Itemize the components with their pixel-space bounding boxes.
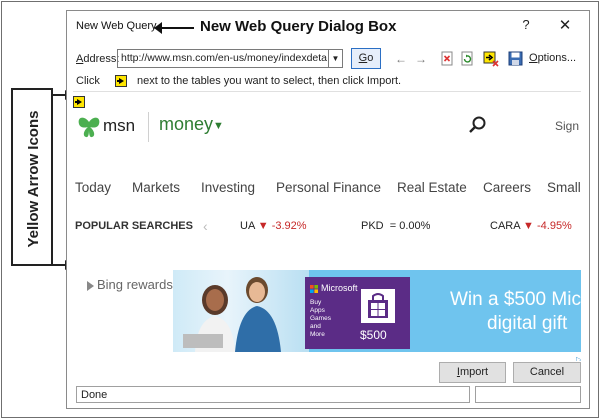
ticker-change: -4.95% xyxy=(536,220,572,232)
microsoft-logo-icon xyxy=(310,285,318,293)
ticker-pkd[interactable]: PKD = 0.00% xyxy=(361,220,430,232)
header-divider xyxy=(148,112,149,142)
play-icon xyxy=(87,280,94,291)
bing-rewards-text: Bing rewards xyxy=(97,277,173,292)
sign-in-link[interactable]: Sign i xyxy=(555,119,581,133)
ad-headline-line-1: Win a $500 Micr xyxy=(450,289,581,310)
popular-searches-row: POPULAR SEARCHES ‹ UA ▼ -3.92% PKD = 0.0… xyxy=(75,218,581,236)
adchoices-icon[interactable]: ▷ xyxy=(576,355,581,361)
popular-searches-label: POPULAR SEARCHES xyxy=(75,220,193,232)
title-callout-arrow xyxy=(154,22,194,34)
instruction-line: Click next to the tables you want to sel… xyxy=(76,75,401,91)
new-web-query-dialog: New Web Query New Web Query Dialog Box ?… xyxy=(66,10,590,409)
ad-photo xyxy=(173,270,309,352)
ticker-symbol: PKD xyxy=(361,220,384,232)
people-illustration xyxy=(183,277,281,352)
address-input[interactable]: http://www.msn.com/en-us/money/indexdeta xyxy=(117,49,329,68)
callout-connector-top xyxy=(53,94,65,96)
microsoft-store-tile[interactable]: Microsoft Buy Apps Games and More $500 xyxy=(305,277,410,349)
instruction-after: next to the tables you want to select, t… xyxy=(136,75,402,88)
nav-item-real-estate[interactable]: Real Estate xyxy=(397,180,467,195)
help-button[interactable]: ? xyxy=(519,17,533,35)
money-section-link[interactable]: money xyxy=(159,114,213,135)
nav-item-today[interactable]: Today xyxy=(75,180,111,195)
go-rest: o xyxy=(367,52,374,64)
address-label: Address: xyxy=(76,53,119,65)
tile-subtext: Buy Apps Games and More xyxy=(310,299,340,339)
ticker-change: 0.00% xyxy=(399,220,431,232)
web-preview: msn money ▼ Sign i Today Markets Investi… xyxy=(73,91,581,361)
page-select-arrow-icon[interactable] xyxy=(73,96,85,108)
ticker-arrow: ▼ xyxy=(257,220,269,232)
tile-price: $500 xyxy=(360,328,387,342)
ticker-arrow: ▼ xyxy=(523,220,534,232)
microsoft-brand-text: Microsoft xyxy=(321,283,358,293)
refresh-icon[interactable] xyxy=(459,51,475,67)
msn-butterfly-icon xyxy=(78,117,100,138)
nav-item-markets[interactable]: Markets xyxy=(132,180,180,195)
ticker-cara[interactable]: CARA ▼ -4.95% xyxy=(490,220,572,232)
title-callout-text: New Web Query Dialog Box xyxy=(200,18,397,35)
msn-logo-text: msn xyxy=(103,116,136,135)
title-bar: New Web Query New Web Query Dialog Box ?… xyxy=(67,11,589,43)
ad-headline-line-2: digital gift xyxy=(487,313,568,334)
nav-item-careers[interactable]: Careers xyxy=(483,180,531,195)
dialog-title: New Web Query xyxy=(76,20,157,32)
search-icon[interactable] xyxy=(468,115,488,135)
ticker-symbol: CARA xyxy=(490,220,520,232)
store-bag-icon xyxy=(361,289,395,323)
options-rest: ptions... xyxy=(537,52,577,64)
address-dropdown-button[interactable]: ▼ xyxy=(329,49,343,68)
options-button[interactable]: Options... xyxy=(529,52,576,64)
yellow-arrow-icon xyxy=(114,75,127,88)
tile-line: and xyxy=(310,323,321,330)
ticker-change: -3.92% xyxy=(271,220,307,232)
options-accel: O xyxy=(529,52,538,64)
side-callout-text: Yellow Arrow Icons xyxy=(25,110,42,248)
hide-icons-icon[interactable] xyxy=(483,51,499,67)
ticker-arrow: = xyxy=(389,220,397,232)
stop-icon[interactable] xyxy=(439,51,455,67)
import-button[interactable]: Import xyxy=(439,362,506,383)
ticker-symbol: UA xyxy=(240,220,255,232)
cancel-button[interactable]: Cancel xyxy=(513,362,581,383)
tile-line: Apps xyxy=(310,307,325,314)
address-toolbar: Address: http://www.msn.com/en-us/money/… xyxy=(67,45,589,71)
tile-line: Buy xyxy=(310,299,322,306)
go-button[interactable]: Go xyxy=(351,48,381,69)
bing-rewards-label: Bing rewards xyxy=(87,277,173,292)
callout-connector-bottom xyxy=(53,264,65,266)
address-label-rest: ddress: xyxy=(83,53,120,65)
instruction-before: Click xyxy=(76,75,100,88)
status-bar-secondary xyxy=(475,386,581,403)
back-icon[interactable]: ← xyxy=(393,51,409,67)
tile-line: More xyxy=(310,331,325,338)
ad-headline: Win a $500 Micr digital gift xyxy=(450,288,581,336)
nav-item-personal-finance[interactable]: Personal Finance xyxy=(276,180,381,195)
forward-icon[interactable]: → xyxy=(413,51,429,67)
close-button[interactable]: ✕ xyxy=(557,16,573,34)
ticker-ua[interactable]: UA ▼ -3.92% xyxy=(240,220,307,232)
side-callout: Yellow Arrow Icons xyxy=(11,88,53,266)
nav-item-small[interactable]: Small xyxy=(547,180,581,195)
nav-item-investing[interactable]: Investing xyxy=(201,180,255,195)
chevron-left-icon[interactable]: ‹ xyxy=(203,218,208,234)
save-query-icon[interactable] xyxy=(507,51,523,67)
chevron-down-icon[interactable]: ▼ xyxy=(213,120,224,132)
tile-line: Games xyxy=(310,315,331,322)
import-rest: mport xyxy=(459,366,489,378)
go-accel: G xyxy=(358,52,368,64)
status-bar: Done xyxy=(76,386,470,403)
